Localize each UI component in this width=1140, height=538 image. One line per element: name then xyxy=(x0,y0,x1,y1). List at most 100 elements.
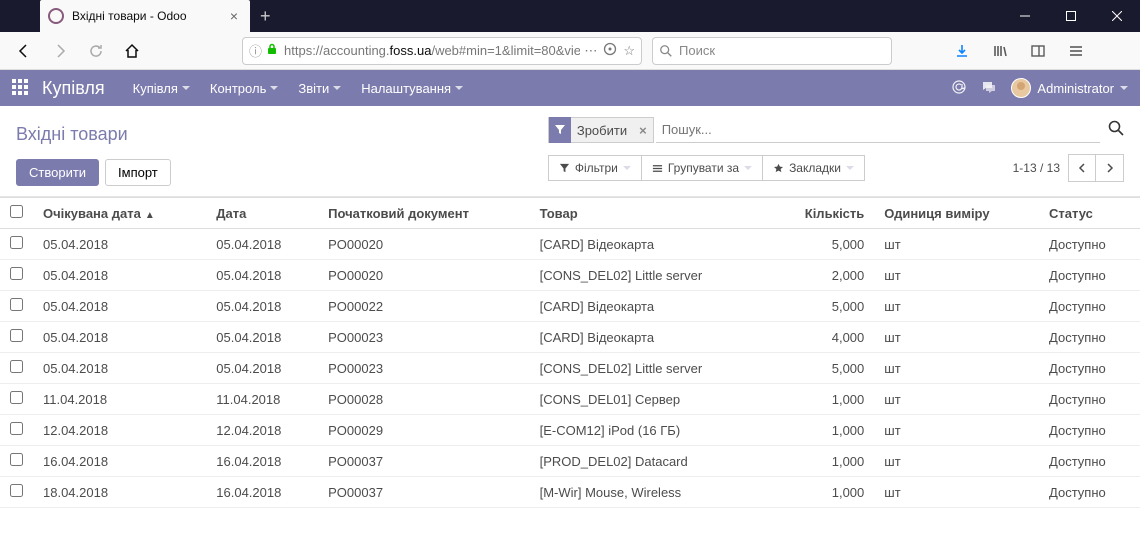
row-checkbox[interactable] xyxy=(10,329,23,342)
row-checkbox[interactable] xyxy=(10,298,23,311)
row-checkbox[interactable] xyxy=(10,236,23,249)
cell-qty: 1,000 xyxy=(770,477,875,508)
menu-item-3[interactable]: Налаштування xyxy=(353,75,471,102)
chevron-down-icon xyxy=(455,86,463,90)
url-text: https://accounting.foss.ua/web#min=1&lim… xyxy=(284,43,580,58)
bookmark-star-icon[interactable]: ☆ xyxy=(623,43,635,59)
cell-source: PO00028 xyxy=(318,384,529,415)
minimize-button[interactable] xyxy=(1002,0,1048,32)
search-input[interactable] xyxy=(656,117,1100,143)
cell-status: Доступно xyxy=(1039,229,1140,260)
search-view: Зробити × xyxy=(548,116,1124,144)
col-product[interactable]: Товар xyxy=(530,198,770,229)
mail-icon[interactable] xyxy=(951,79,967,98)
facet-remove-icon[interactable]: × xyxy=(633,123,653,138)
data-table: Очікувана дата▲ Дата Початковий документ… xyxy=(0,197,1140,508)
cell-uom: шт xyxy=(874,322,1039,353)
cell-date: 05.04.2018 xyxy=(206,291,318,322)
user-menu[interactable]: Administrator xyxy=(1011,78,1128,98)
col-status[interactable]: Статус xyxy=(1039,198,1140,229)
menu-item-0[interactable]: Купівля xyxy=(125,75,198,102)
address-bar[interactable]: ⓘ https://accounting.foss.ua/web#min=1&l… xyxy=(242,37,642,65)
cell-product: [CARD] Відеокарта xyxy=(530,322,770,353)
cell-status: Доступно xyxy=(1039,291,1140,322)
table-row[interactable]: 05.04.201805.04.2018PO00020[CONS_DEL02] … xyxy=(0,260,1140,291)
sidebar-toggle-icon[interactable] xyxy=(1022,35,1054,67)
cell-uom: шт xyxy=(874,260,1039,291)
create-button[interactable]: Створити xyxy=(16,159,99,186)
reader-icon[interactable] xyxy=(603,42,617,59)
new-tab-button[interactable]: + xyxy=(250,6,281,27)
col-uom[interactable]: Одиниця виміру xyxy=(874,198,1039,229)
filters-button[interactable]: Фільтри xyxy=(548,155,642,181)
facet-label: Зробити xyxy=(571,123,633,138)
cell-qty: 2,000 xyxy=(770,260,875,291)
cell-product: [CONS_DEL02] Little server xyxy=(530,353,770,384)
identity-icon[interactable]: ⓘ xyxy=(249,41,262,60)
control-panel: Вхідні товари Створити Імпорт Зробити × … xyxy=(0,106,1140,197)
cell-status: Доступно xyxy=(1039,322,1140,353)
cell-expected: 12.04.2018 xyxy=(33,415,206,446)
cell-qty: 5,000 xyxy=(770,291,875,322)
menu-icon[interactable] xyxy=(1060,35,1092,67)
col-qty[interactable]: Кількість xyxy=(770,198,875,229)
menu-item-2[interactable]: Звіти xyxy=(290,75,349,102)
table-row[interactable]: 05.04.201805.04.2018PO00022[CARD] Відеок… xyxy=(0,291,1140,322)
col-source[interactable]: Початковий документ xyxy=(318,198,529,229)
row-checkbox[interactable] xyxy=(10,422,23,435)
favorites-button[interactable]: Закладки xyxy=(763,155,865,181)
reload-button[interactable] xyxy=(80,35,112,67)
apps-icon[interactable] xyxy=(12,79,28,98)
cell-expected: 05.04.2018 xyxy=(33,353,206,384)
cell-qty: 1,000 xyxy=(770,446,875,477)
forward-button[interactable] xyxy=(44,35,76,67)
table-row[interactable]: 05.04.201805.04.2018PO00023[CARD] Відеок… xyxy=(0,322,1140,353)
close-window-button[interactable] xyxy=(1094,0,1140,32)
browser-tab[interactable]: Вхідні товари - Odoo × xyxy=(40,0,250,32)
browser-nav-bar: ⓘ https://accounting.foss.ua/web#min=1&l… xyxy=(0,32,1140,70)
cell-product: [M-Wir] Mouse, Wireless xyxy=(530,477,770,508)
discuss-icon[interactable] xyxy=(981,79,997,98)
odoo-navbar: Купівля КупівляКонтрольЗвітиНалаштування… xyxy=(0,70,1140,106)
lock-icon xyxy=(266,43,278,58)
table-row[interactable]: 11.04.201811.04.2018PO00028[CONS_DEL01] … xyxy=(0,384,1140,415)
pager-value[interactable]: 1-13 / 13 xyxy=(1013,161,1060,175)
downloads-icon[interactable] xyxy=(946,35,978,67)
maximize-button[interactable] xyxy=(1048,0,1094,32)
row-checkbox[interactable] xyxy=(10,484,23,497)
row-checkbox[interactable] xyxy=(10,391,23,404)
row-checkbox[interactable] xyxy=(10,267,23,280)
select-all-checkbox[interactable] xyxy=(10,205,23,218)
cell-uom: шт xyxy=(874,291,1039,322)
list-view[interactable]: Очікувана дата▲ Дата Початковий документ… xyxy=(0,197,1140,525)
cell-date: 05.04.2018 xyxy=(206,229,318,260)
home-button[interactable] xyxy=(116,35,148,67)
app-name: Купівля xyxy=(42,78,105,99)
table-row[interactable]: 12.04.201812.04.2018PO00029[E-COM12] iPo… xyxy=(0,415,1140,446)
table-row[interactable]: 05.04.201805.04.2018PO00020[CARD] Відеок… xyxy=(0,229,1140,260)
row-checkbox[interactable] xyxy=(10,360,23,373)
page-actions-icon[interactable]: ⋯ xyxy=(584,43,597,59)
row-checkbox[interactable] xyxy=(10,453,23,466)
cell-status: Доступно xyxy=(1039,477,1140,508)
close-tab-icon[interactable]: × xyxy=(226,8,242,24)
browser-search[interactable]: Поиск xyxy=(652,37,892,65)
cell-status: Доступно xyxy=(1039,415,1140,446)
library-icon[interactable] xyxy=(984,35,1016,67)
menu-item-1[interactable]: Контроль xyxy=(202,75,286,102)
cell-qty: 5,000 xyxy=(770,229,875,260)
col-date[interactable]: Дата xyxy=(206,198,318,229)
pager-prev-button[interactable] xyxy=(1068,154,1096,182)
table-row[interactable]: 18.04.201816.04.2018PO00037[M-Wir] Mouse… xyxy=(0,477,1140,508)
cell-status: Доступно xyxy=(1039,446,1140,477)
cell-date: 16.04.2018 xyxy=(206,477,318,508)
table-row[interactable]: 05.04.201805.04.2018PO00023[CONS_DEL02] … xyxy=(0,353,1140,384)
col-expected[interactable]: Очікувана дата▲ xyxy=(33,198,206,229)
pager-next-button[interactable] xyxy=(1096,154,1124,182)
back-button[interactable] xyxy=(8,35,40,67)
import-button[interactable]: Імпорт xyxy=(105,159,171,186)
cell-product: [PROD_DEL02] Datacard xyxy=(530,446,770,477)
groupby-button[interactable]: Групувати за xyxy=(642,155,763,181)
search-icon[interactable] xyxy=(1108,120,1124,141)
table-row[interactable]: 16.04.201816.04.2018PO00037[PROD_DEL02] … xyxy=(0,446,1140,477)
